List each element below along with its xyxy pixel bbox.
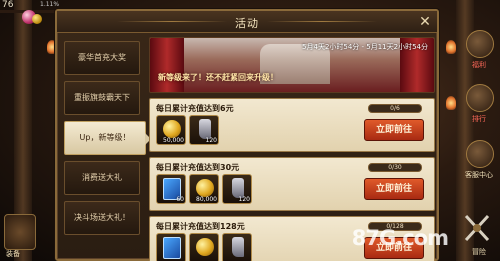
equip-button[interactable]: [4, 214, 36, 250]
reward-items: 50,000 120: [156, 115, 219, 149]
ranking-icon[interactable]: [466, 84, 494, 112]
reward-progress-text: 0/30: [388, 164, 402, 171]
adventure-label: 冒险: [472, 248, 486, 256]
crossed-swords-icon[interactable]: [462, 212, 492, 244]
reward-progress-bar: 0/30: [368, 163, 422, 172]
gold-coin-icon: [196, 238, 214, 256]
reward-progress-text: 0/6: [390, 105, 400, 112]
reward-row: 每日累计充值达到30元 0/30 60 80,000 120 立即前往: [149, 157, 435, 211]
gold-coin-icon: [196, 179, 214, 197]
ranking-label: 排行: [472, 115, 486, 123]
reward-progress-bar: 0/6: [368, 104, 422, 113]
banner-curtain: [150, 38, 184, 92]
event-banner: 5月4天2小时54分 - 5月11天2小时54分 新等级来了！还不赶紧回来升级！: [149, 37, 435, 93]
event-time-range: 5月4天2小时54分 - 5月11天2小时54分: [302, 43, 428, 51]
lamp-icon: [446, 40, 456, 54]
reward-item[interactable]: [156, 233, 186, 261]
reward-row-title: 每日累计充值达到30元: [156, 163, 240, 172]
customer-service-icon[interactable]: [466, 140, 494, 168]
item-count: 120: [238, 196, 250, 203]
nav-tab-spend-gift[interactable]: 消费送大礼: [64, 161, 140, 195]
reward-item[interactable]: 50,000: [156, 115, 186, 145]
reward-item[interactable]: [189, 233, 219, 261]
lamp-icon: [446, 96, 456, 110]
reward-items: 60 80,000 120: [156, 174, 252, 208]
item-count: 120: [205, 137, 217, 144]
nav-tab-new-level[interactable]: Up，新等级！: [64, 121, 151, 155]
customer-service-label: 客服中心: [465, 171, 493, 179]
close-button[interactable]: ✕: [417, 14, 433, 30]
go-now-button[interactable]: 立即前往: [364, 178, 424, 200]
reward-item[interactable]: 120: [222, 174, 252, 204]
gold-coin-icon: [163, 120, 181, 138]
activity-dialog: 活动 ✕ 豪华首充大奖 重振旗鼓霸天下 Up，新等级！ 消费送大礼 决斗场送大礼…: [55, 9, 439, 261]
player-level: 76: [2, 0, 14, 10]
coin-icon[interactable]: [32, 14, 42, 24]
reward-row: 每日累计充值达到6元 0/6 50,000 120 立即前往: [149, 98, 435, 152]
event-slogan: 新等级来了！还不赶紧回来升级！: [158, 73, 278, 82]
equip-label: 装备: [6, 250, 20, 258]
dialog-header: 活动 ✕: [57, 11, 437, 33]
book-icon: [163, 237, 181, 259]
nav-tab-first-recharge[interactable]: 豪华首充大奖: [64, 41, 140, 75]
dialog-title: 活动: [235, 17, 259, 30]
reward-items: [156, 233, 252, 261]
boot-icon: [232, 178, 244, 198]
reward-row-title: 每日累计充值达到6元: [156, 104, 234, 113]
item-count: 50,000: [163, 137, 184, 144]
nav-tab-comeback[interactable]: 重振旗鼓霸天下: [64, 81, 140, 115]
reward-row-title: 每日累计充值达到128元: [156, 222, 245, 231]
site-watermark: 87G.com: [351, 226, 449, 250]
activity-nav: 豪华首充大奖 重振旗鼓霸天下 Up，新等级！ 消费送大礼 决斗场送大礼！: [64, 41, 151, 241]
welfare-icon[interactable]: [466, 30, 494, 58]
reward-item[interactable]: [222, 233, 252, 261]
boot-icon: [232, 237, 244, 257]
reward-item[interactable]: 120: [189, 115, 219, 145]
exp-percent: 1.11%: [40, 1, 60, 8]
item-count: 80,000: [196, 196, 217, 203]
welfare-label: 福利: [472, 61, 486, 69]
boot-icon: [199, 119, 211, 139]
reward-item[interactable]: 60: [156, 174, 186, 204]
go-now-button[interactable]: 立即前往: [364, 119, 424, 141]
reward-item[interactable]: 80,000: [189, 174, 219, 204]
nav-tab-arena-gift[interactable]: 决斗场送大礼！: [64, 201, 140, 235]
item-count: 60: [176, 196, 184, 203]
